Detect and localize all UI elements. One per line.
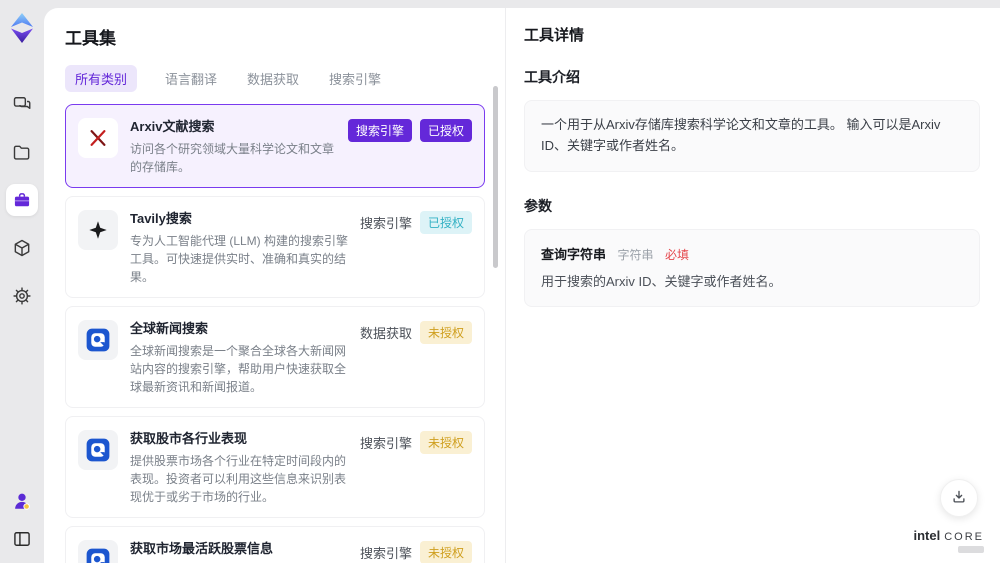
tool-title: 全球新闻搜索 xyxy=(130,321,209,336)
intel-core-logo: intel CORE xyxy=(913,528,984,553)
tab-2[interactable]: 数据获取 xyxy=(245,65,301,92)
news-icon xyxy=(78,430,118,470)
param-name: 查询字符串 xyxy=(541,246,607,262)
scrollbar-thumb[interactable] xyxy=(493,86,498,268)
tool-status-badge: 未授权 xyxy=(419,541,472,563)
tool-title: 获取市场最活跃股票信息 xyxy=(130,541,274,556)
tool-category: 搜索引擎 xyxy=(359,436,412,451)
folder-icon[interactable] xyxy=(6,136,38,168)
user-avatar[interactable] xyxy=(8,487,36,515)
tool-description: 提供股票市场各个行业在特定时间段内的表现。投资者可以利用这些信息来识别表现优于或… xyxy=(130,454,347,504)
tool-description: 全球新闻搜索是一个聚合全球各大新闻网站内容的搜索引擎，帮助用户快速获取全球最新资… xyxy=(130,344,347,394)
intro-heading: 工具介绍 xyxy=(524,69,580,85)
detail-title: 工具详情 xyxy=(524,27,585,44)
category-tabs: 所有类别 语言翻译 数据获取 搜索引擎 xyxy=(65,65,505,92)
tab-3[interactable]: 搜索引擎 xyxy=(327,65,383,92)
scrollbar-track xyxy=(493,86,498,546)
settings-icon[interactable] xyxy=(6,280,38,312)
tool-category: 搜索引擎 xyxy=(359,216,412,231)
tool-list-panel: 工具集 所有类别 语言翻译 数据获取 搜索引擎 Arxiv文献搜索 访问各个研究领域大… xyxy=(44,8,505,563)
tool-intro-text: 一个用于从Arxiv存储库搜索科学论文和文章的工具。 输入可以是Arxiv ID… xyxy=(541,117,941,153)
ultra-badge xyxy=(958,546,984,553)
toolbox-icon[interactable] xyxy=(6,184,38,216)
params-heading: 参数 xyxy=(524,197,552,214)
download-icon xyxy=(950,488,968,509)
tab-0[interactable]: 所有类别 xyxy=(65,65,138,92)
tool-status-badge: 已授权 xyxy=(419,119,472,142)
tool-title: Arxiv文献搜索 xyxy=(130,119,215,134)
star-icon xyxy=(78,210,118,250)
chat-icon[interactable] xyxy=(6,88,38,120)
tool-title: Tavily搜索 xyxy=(130,211,192,226)
app-logo[interactable] xyxy=(8,12,36,44)
tool-intro-box: 一个用于从Arxiv存储库搜索科学论文和文章的工具。 输入可以是Arxiv ID… xyxy=(524,100,980,172)
star-icon xyxy=(89,221,107,239)
param-box: 查询字符串 字符串 必填 用于搜索的Arxiv ID、关键字或作者姓名。 xyxy=(524,228,980,308)
intel-wordmark: intel xyxy=(913,528,941,543)
core-wordmark: CORE xyxy=(944,531,984,543)
collapse-panel-icon[interactable] xyxy=(8,525,36,553)
page-title: 工具集 xyxy=(65,29,116,48)
tool-detail-panel: 工具详情 工具介绍 一个用于从Arxiv存储库搜索科学论文和文章的工具。 输入可… xyxy=(505,8,1000,563)
tool-category: 搜索引擎 xyxy=(347,119,412,142)
news-search-icon xyxy=(86,328,110,352)
param-description: 用于搜索的Arxiv ID、关键字或作者姓名。 xyxy=(541,273,782,289)
tool-description: 访问各个研究领域大量科学论文和文章的存储库。 xyxy=(130,142,335,174)
tool-category: 搜索引擎 xyxy=(359,546,412,561)
sidebar xyxy=(0,0,44,563)
param-header: 查询字符串 字符串 必填 xyxy=(541,244,963,264)
cube-icon[interactable] xyxy=(6,232,38,264)
download-button[interactable] xyxy=(940,479,978,517)
tool-card-3[interactable]: 获取股市各行业表现 提供股票市场各个行业在特定时间段内的表现。投资者可以利用这些… xyxy=(65,416,485,518)
tool-list: Arxiv文献搜索 访问各个研究领域大量科学论文和文章的存储库。 搜索引擎 已授… xyxy=(65,104,485,563)
news-search-icon xyxy=(86,438,110,462)
tab-1[interactable]: 语言翻译 xyxy=(163,65,219,92)
tool-card-0[interactable]: Arxiv文献搜索 访问各个研究领域大量科学论文和文章的存储库。 搜索引擎 已授… xyxy=(65,104,485,188)
main-window: 工具集 所有类别 语言翻译 数据获取 搜索引擎 Arxiv文献搜索 访问各个研究领域大… xyxy=(44,8,1000,563)
app-window: 工具集 所有类别 语言翻译 数据获取 搜索引擎 Arxiv文献搜索 访问各个研究领域大… xyxy=(0,0,1000,563)
sidebar-bottom xyxy=(8,487,36,553)
param-type: 字符串 xyxy=(617,247,654,262)
tool-status-badge: 未授权 xyxy=(419,321,472,344)
tool-title: 获取股市各行业表现 xyxy=(130,431,248,446)
tool-card-2[interactable]: 全球新闻搜索 全球新闻搜索是一个聚合全球各大新闻网站内容的搜索引擎，帮助用户快速… xyxy=(65,306,485,408)
news-search-icon xyxy=(86,548,110,563)
tool-status-badge: 已授权 xyxy=(419,211,472,234)
news-icon xyxy=(78,320,118,360)
news-icon xyxy=(78,540,118,563)
tool-card-4[interactable]: 获取市场最活跃股票信息 提供当天交易量最高的股票列表，投资者可以利用这些信息来识… xyxy=(65,526,485,563)
tool-status-badge: 未授权 xyxy=(419,431,472,454)
tool-description: 专为人工智能代理 (LLM) 构建的搜索引擎工具。可快速提供实时、准确和真实的结… xyxy=(130,234,349,284)
tool-category: 数据获取 xyxy=(359,326,412,341)
arxiv-icon xyxy=(90,130,106,146)
tool-card-1[interactable]: Tavily搜索 专为人工智能代理 (LLM) 构建的搜索引擎工具。可快速提供实… xyxy=(65,196,485,298)
arxiv-icon xyxy=(78,118,118,158)
nav-rail xyxy=(6,88,38,312)
param-required-badge: 必填 xyxy=(664,247,689,262)
